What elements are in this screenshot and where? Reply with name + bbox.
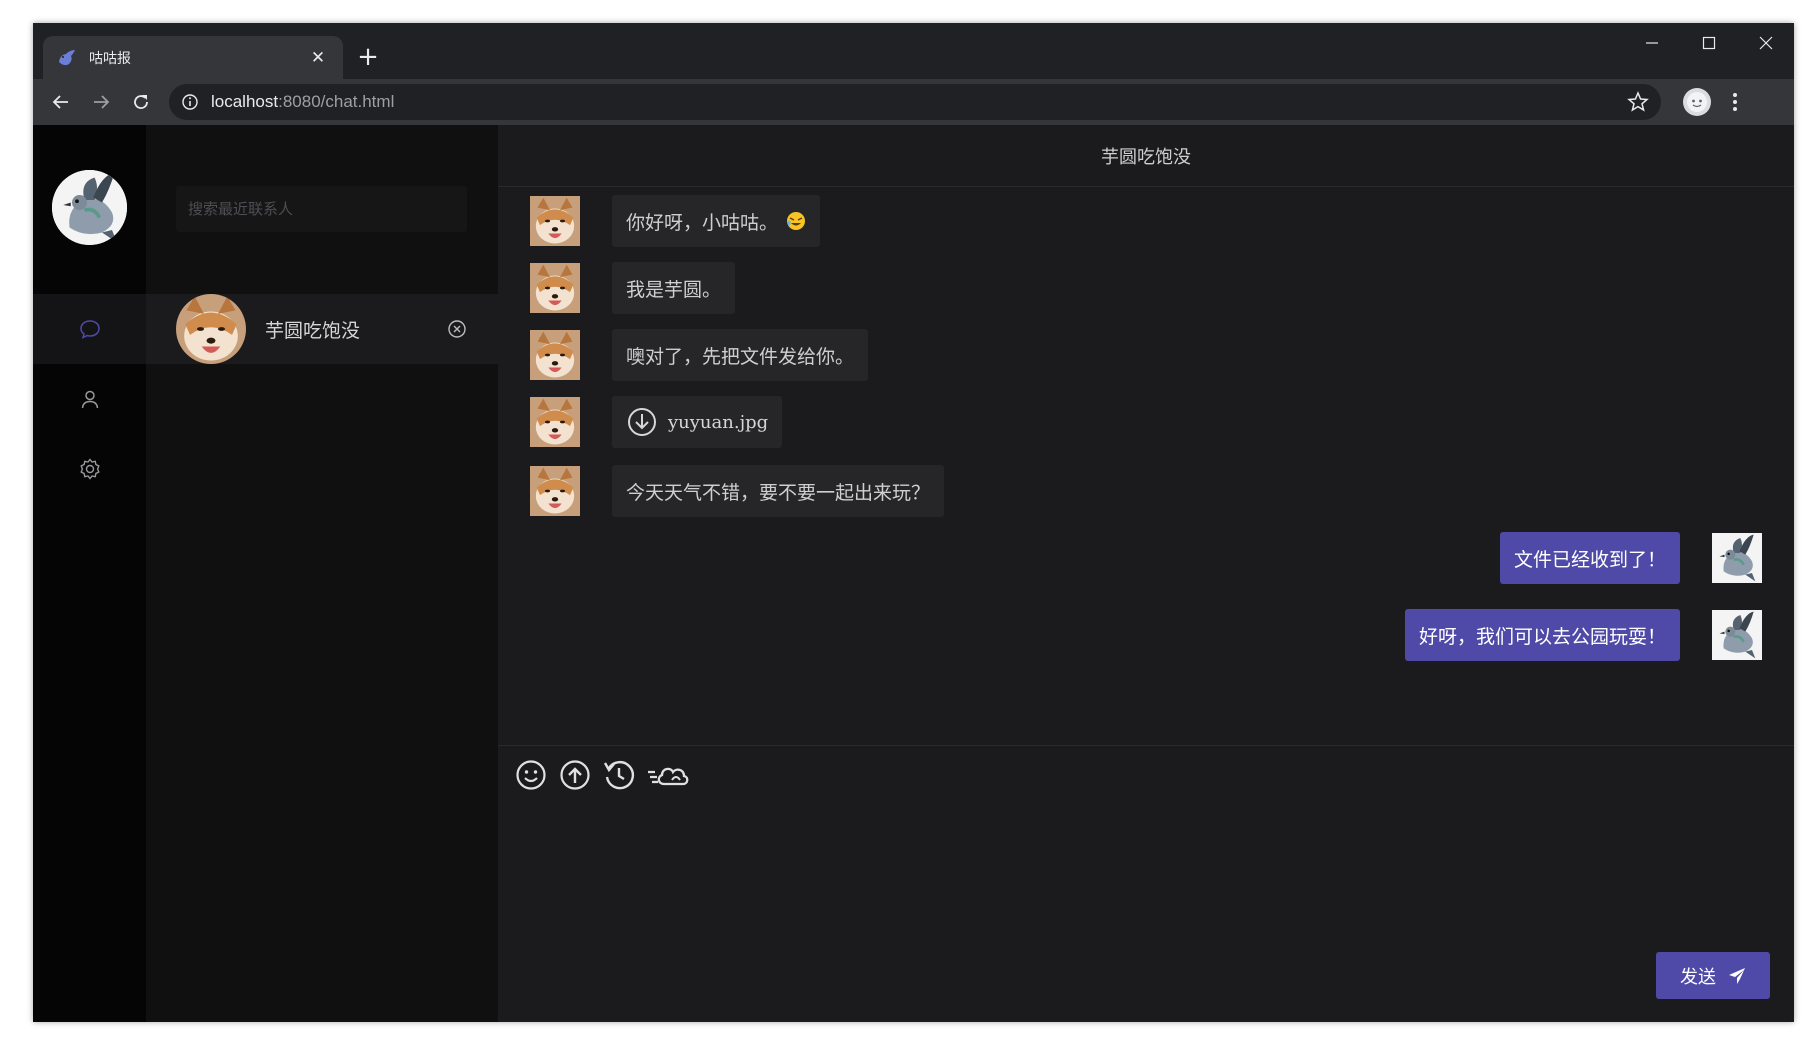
- maximize-button[interactable]: [1680, 23, 1737, 63]
- close-tab-icon[interactable]: ✕: [307, 47, 329, 69]
- contact-name: 芋圆吃饱没: [265, 319, 361, 342]
- address-bar[interactable]: localhost:8080/chat.html: [169, 84, 1661, 120]
- browser-window: 咕咕报 ✕ + localhost:8080/chat.html 搜索最近联系…: [33, 23, 1794, 1022]
- send-button[interactable]: 发送: [1656, 952, 1770, 999]
- remove-contact-icon[interactable]: [446, 318, 468, 340]
- pigeon-avatar-image: [1712, 533, 1762, 583]
- url-host: localhost: [211, 92, 279, 111]
- browser-toolbar: localhost:8080/chat.html: [33, 79, 1794, 125]
- dog-avatar-image: [530, 196, 580, 246]
- rofl-emoji-icon: [787, 212, 806, 230]
- sender-avatar: [530, 330, 580, 380]
- my-message-avatar: [1712, 533, 1762, 583]
- close-window-button[interactable]: [1737, 23, 1794, 63]
- reload-button[interactable]: [121, 82, 161, 122]
- paper-plane-icon: [1729, 967, 1745, 984]
- window-controls: [1623, 23, 1794, 63]
- message-incoming-file: yuyuan.jpg: [530, 396, 783, 448]
- cloud-icon[interactable]: [646, 758, 694, 792]
- dog-avatar-image: [530, 466, 580, 516]
- composer: 发送: [498, 745, 1794, 1022]
- pigeon-avatar-image: [52, 170, 127, 245]
- browser-tab[interactable]: 咕咕报 ✕: [43, 36, 343, 79]
- sender-avatar: [530, 397, 580, 447]
- nav-item-contacts[interactable]: [33, 364, 146, 434]
- tab-strip: 咕咕报 ✕ +: [33, 23, 1794, 79]
- message-list: 你好呀，小咕咕。 我是芋圆。 噢对了，先把文件发给你。 yuyuan.jpg 今…: [498, 187, 1794, 745]
- send-label: 发送: [1680, 966, 1716, 988]
- contact-item[interactable]: 芋圆吃饱没: [146, 294, 498, 364]
- contact-avatar: [176, 294, 246, 364]
- close-icon: [1759, 36, 1772, 50]
- browser-menu-button[interactable]: [1725, 88, 1745, 116]
- sender-avatar: [530, 196, 580, 246]
- profile-icon: [1687, 92, 1707, 112]
- chat-app: 芋圆吃饱没 芋圆吃饱没 你好呀，小咕咕。 我是芋圆。: [33, 125, 1794, 1022]
- message-incoming: 我是芋圆。: [530, 262, 736, 314]
- url-path: :8080/chat.html: [278, 92, 395, 111]
- chat-title: 芋圆吃饱没: [498, 125, 1794, 187]
- dog-avatar-image: [530, 263, 580, 313]
- sender-avatar: [530, 466, 580, 516]
- pigeon-icon: [59, 49, 75, 65]
- arrow-right-icon: [94, 95, 110, 109]
- nav-item-settings[interactable]: [33, 434, 146, 504]
- nav-menu: [33, 294, 146, 504]
- message-bubble: 好呀，我们可以去公园玩耍！: [1404, 609, 1680, 661]
- message-bubble: 你好呀，小咕咕。: [612, 195, 821, 247]
- history-icon[interactable]: [602, 758, 636, 792]
- upload-icon[interactable]: [558, 758, 592, 792]
- smile-icon[interactable]: [514, 758, 548, 792]
- message-incoming: 你好呀，小咕咕。: [530, 195, 821, 247]
- profile-avatar[interactable]: [1683, 88, 1711, 116]
- message-incoming: 今天天气不错，要不要一起出来玩？: [530, 465, 945, 517]
- message-outgoing: 文件已经收到了！: [1499, 532, 1762, 584]
- gear-icon: [79, 458, 100, 480]
- message-bubble: 文件已经收到了！: [1499, 532, 1680, 584]
- sender-avatar: [530, 263, 580, 313]
- dog-avatar-image: [530, 330, 580, 380]
- message-bubble: 噢对了，先把文件发给你。: [612, 329, 869, 381]
- nav-rail: [33, 125, 146, 1022]
- dog-avatar-image: [530, 397, 580, 447]
- message-outgoing: 好呀，我们可以去公园玩耍！: [1404, 609, 1762, 661]
- info-icon[interactable]: [181, 93, 199, 111]
- message-input[interactable]: [514, 806, 1778, 956]
- user-icon: [81, 390, 98, 409]
- download-icon[interactable]: [626, 406, 658, 438]
- file-attachment[interactable]: yuyuan.jpg: [612, 396, 783, 448]
- forward-button[interactable]: [81, 82, 121, 122]
- chat-panel: 芋圆吃饱没 你好呀，小咕咕。 我是芋圆。 噢对了，先把文件发给你。 yuyuan…: [498, 125, 1794, 1022]
- message-bubble: 我是芋圆。: [612, 262, 736, 314]
- my-message-avatar: [1712, 610, 1762, 660]
- message-bubble: 今天天气不错，要不要一起出来玩？: [612, 465, 945, 517]
- reload-icon: [134, 95, 148, 109]
- search-input[interactable]: [176, 186, 467, 232]
- pigeon-avatar-image: [1712, 610, 1762, 660]
- minimize-icon: [1645, 42, 1658, 44]
- contacts-panel: 芋圆吃饱没: [146, 125, 498, 1022]
- new-tab-button[interactable]: +: [355, 44, 381, 71]
- message-incoming: 噢对了，先把文件发给你。: [530, 329, 869, 381]
- nav-item-chats[interactable]: [33, 294, 146, 364]
- back-button[interactable]: [41, 82, 81, 122]
- tab-title: 咕咕报: [89, 50, 131, 67]
- dog-avatar-image: [176, 294, 246, 364]
- minimize-button[interactable]: [1623, 23, 1680, 63]
- file-name: yuyuan.jpg: [668, 411, 769, 433]
- my-avatar[interactable]: [52, 170, 127, 245]
- composer-toolbar: [514, 758, 704, 792]
- more-vertical-icon: [1733, 93, 1737, 111]
- message-text: 你好呀，小咕咕。: [626, 211, 779, 234]
- arrow-left-icon: [52, 95, 68, 109]
- chat-bubble-icon: [79, 320, 100, 339]
- maximize-icon: [1702, 36, 1715, 50]
- star-icon[interactable]: [1627, 91, 1649, 113]
